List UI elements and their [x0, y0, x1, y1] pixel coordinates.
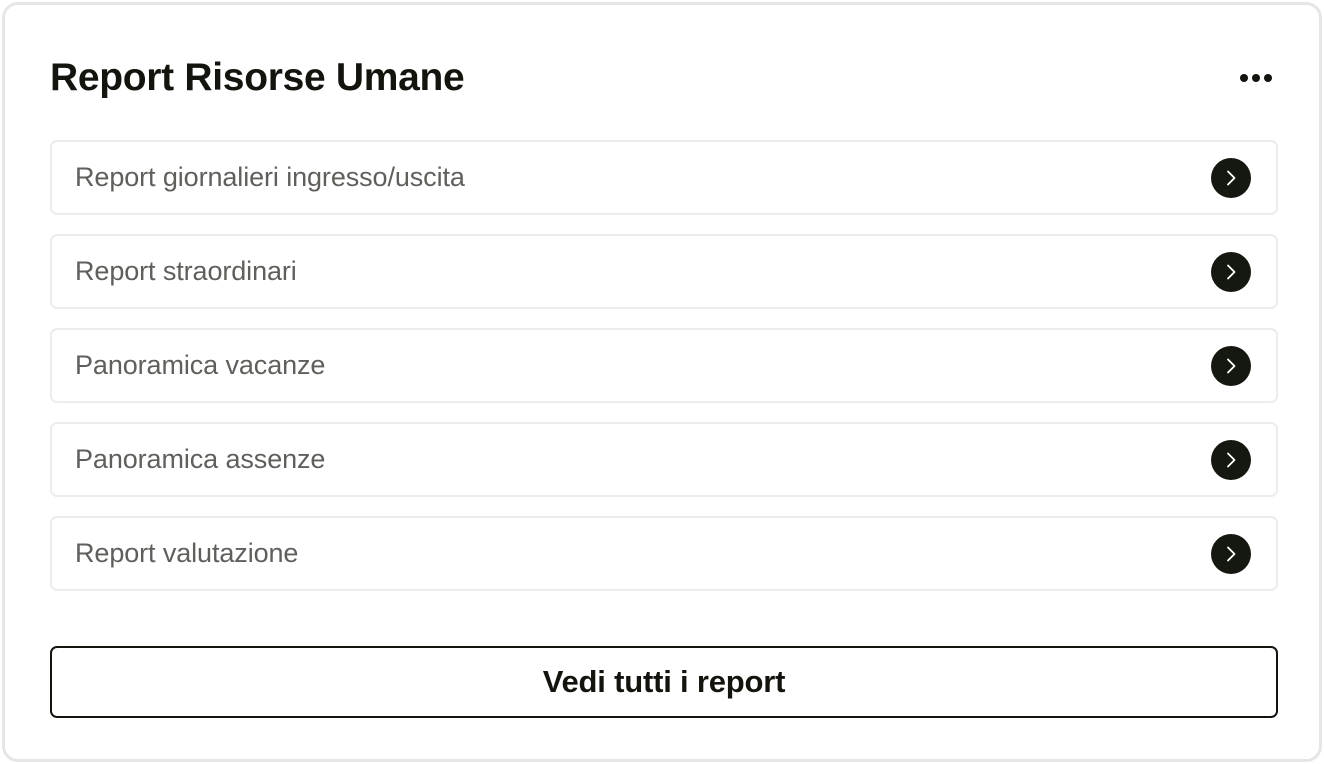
reports-list: Report giornalieri ingresso/uscita Repor…	[50, 140, 1278, 610]
report-item-overtime[interactable]: Report straordinari	[50, 234, 1278, 309]
report-item-label: Panoramica vacanze	[75, 350, 326, 380]
report-item-label: Report valutazione	[75, 538, 299, 568]
more-options-button[interactable]	[1234, 60, 1278, 96]
card-title: Report Risorse Umane	[50, 56, 465, 99]
chevron-right-icon[interactable]	[1211, 533, 1251, 574]
chevron-right-icon[interactable]	[1211, 251, 1251, 292]
report-item-daily-entry-exit[interactable]: Report giornalieri ingresso/uscita	[50, 140, 1278, 215]
report-item-label: Panoramica assenze	[75, 444, 326, 474]
report-item-label: Report giornalieri ingresso/uscita	[75, 162, 465, 192]
hr-reports-card: Report Risorse Umane Report giornalieri …	[2, 2, 1322, 762]
report-item-absences-overview[interactable]: Panoramica assenze	[50, 422, 1278, 497]
chevron-right-icon[interactable]	[1211, 439, 1251, 480]
report-item-label: Report straordinari	[75, 256, 297, 286]
card-header: Report Risorse Umane	[50, 53, 1278, 103]
chevron-right-icon[interactable]	[1211, 345, 1251, 386]
more-horizontal-icon	[1240, 74, 1272, 82]
chevron-right-icon[interactable]	[1211, 157, 1251, 198]
report-item-evaluation[interactable]: Report valutazione	[50, 516, 1278, 591]
report-item-vacations-overview[interactable]: Panoramica vacanze	[50, 328, 1278, 403]
view-all-reports-button[interactable]: Vedi tutti i report	[50, 646, 1278, 718]
